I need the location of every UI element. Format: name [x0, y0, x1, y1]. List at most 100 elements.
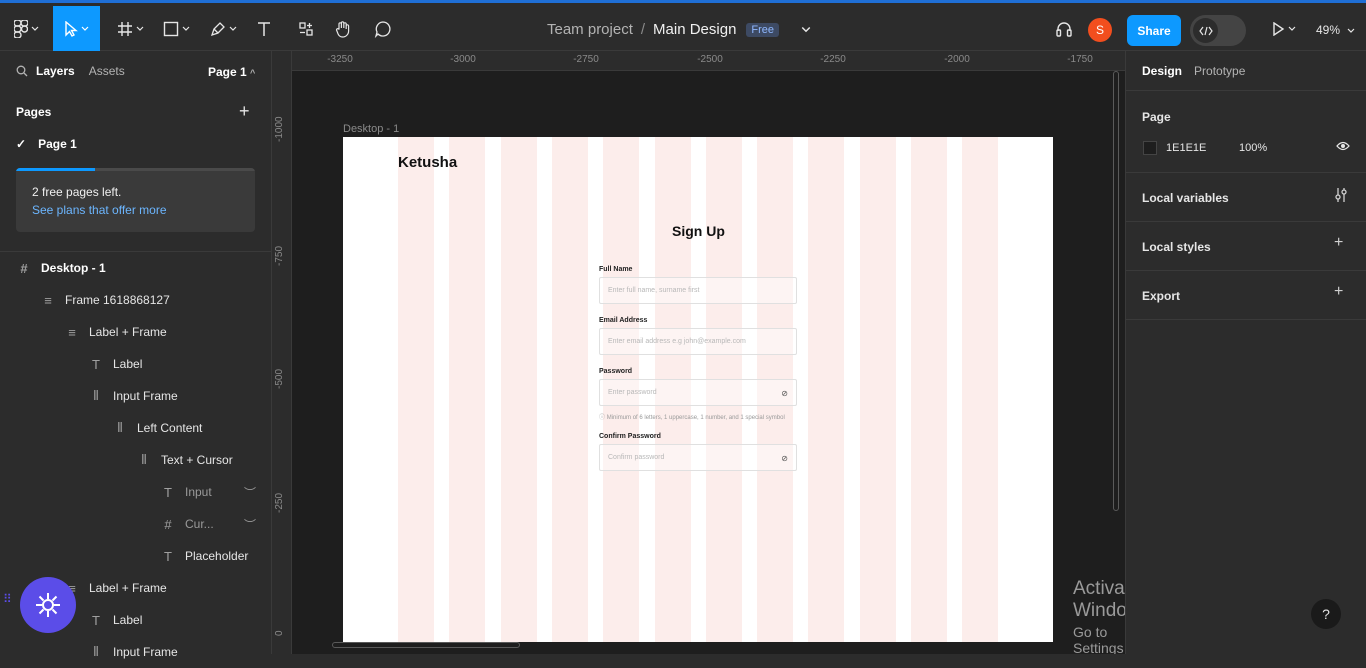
chevron-down-icon	[229, 26, 236, 31]
figma-logo-icon	[13, 19, 28, 38]
move-tool-button[interactable]	[53, 6, 100, 51]
layer-row[interactable]: T Label	[88, 604, 142, 636]
layer-row[interactable]: ⦀ Left Content	[112, 412, 202, 444]
local-styles-section[interactable]: Local styles +	[1126, 222, 1366, 271]
layer-row[interactable]: # Desktop - 1	[16, 252, 105, 284]
field-input[interactable]: Confirm password ⊘	[599, 444, 797, 471]
frame-name-label[interactable]: Desktop - 1	[343, 123, 399, 135]
layer-name: Label + Frame	[89, 325, 167, 339]
field-input[interactable]: Enter password ⊘	[599, 379, 797, 406]
zoom-level[interactable]: 49%	[1316, 23, 1355, 37]
add-page-plus-icon[interactable]: +	[239, 101, 250, 122]
frame-tool-button[interactable]	[110, 6, 150, 51]
page-selector[interactable]: Page 1 ^	[208, 65, 255, 79]
user-avatar[interactable]: S	[1088, 18, 1112, 42]
hidden-eye-off-icon[interactable]: ︶	[244, 484, 256, 501]
design-panel: Design Prototype Page 1E1E1E 100% Local …	[1125, 51, 1366, 654]
layer-row[interactable]: ⦀ Input Frame	[88, 636, 178, 668]
ruler-tick-label: -3000	[450, 54, 476, 65]
field-input[interactable]: Enter full name, surname first	[599, 277, 797, 304]
page-opacity-value[interactable]: 100%	[1239, 142, 1267, 154]
file-name[interactable]: Main Design	[653, 21, 736, 38]
left-panel-tabs: Layers Assets Page 1 ^	[0, 51, 271, 91]
file-menu-chevron-icon[interactable]	[801, 26, 811, 34]
text-t-icon: T	[164, 484, 172, 500]
field-input[interactable]: Enter email address e.g john@example.com	[599, 328, 797, 355]
file-breadcrumb: Team project / Main Design Free	[547, 21, 811, 38]
dev-mode-toggle[interactable]	[1190, 15, 1246, 46]
frame-hash-icon: #	[164, 516, 172, 532]
help-button[interactable]: ?	[1311, 599, 1341, 629]
layer-row[interactable]: ≡ Label + Frame	[64, 316, 167, 348]
field-placeholder: Confirm password	[608, 454, 665, 461]
visibility-eye-icon[interactable]	[1336, 139, 1350, 154]
design-canvas[interactable]: -3250 -3000 -2750 -2500 -2250 -2000 -1750 -100…	[272, 51, 1125, 654]
layer-row[interactable]: T Label	[88, 348, 142, 380]
chevron-down-icon	[81, 26, 89, 31]
tab-layers[interactable]: Layers	[36, 64, 75, 78]
desktop-frame[interactable]: Ketusha Sign Up Full Name Enter full name…	[343, 137, 1053, 642]
audio-headphones-button[interactable]	[1052, 6, 1076, 51]
add-export-plus-icon[interactable]: +	[1334, 283, 1343, 301]
headphones-icon	[1056, 21, 1072, 37]
team-name[interactable]: Team project	[547, 21, 633, 38]
layer-row[interactable]: ⦀ Text + Cursor	[136, 444, 233, 476]
layer-row[interactable]: # Cur... ︶	[160, 508, 256, 540]
page-color-swatch[interactable]	[1143, 141, 1157, 155]
tab-assets[interactable]: Assets	[89, 64, 125, 78]
layout-grid-column	[551, 137, 588, 642]
vertical-scrollbar[interactable]	[1113, 71, 1119, 511]
progress-fill	[16, 168, 95, 171]
password-hint-text: Minimum of 6 letters, 1 uppercase, 1 num…	[606, 415, 785, 421]
eye-off-icon[interactable]: ⊘	[781, 389, 788, 398]
ruler-tick-label: -2750	[573, 54, 599, 65]
comment-tool-button[interactable]	[371, 6, 395, 51]
layer-row[interactable]: ≡ Frame 1618868127	[40, 284, 170, 316]
export-section[interactable]: Export +	[1126, 271, 1366, 320]
hand-tool-button[interactable]	[331, 6, 355, 51]
pen-tool-button[interactable]	[203, 6, 243, 51]
main-menu-button[interactable]	[6, 6, 46, 51]
layer-row[interactable]: T Placeholder	[160, 540, 248, 572]
layer-row[interactable]: ⦀ Input Frame	[88, 380, 178, 412]
dev-mode-knob	[1193, 18, 1218, 43]
present-button[interactable]	[1266, 6, 1300, 51]
rectangle-icon	[163, 21, 178, 36]
tab-design[interactable]: Design	[1142, 64, 1182, 78]
local-variables-section[interactable]: Local variables	[1126, 173, 1366, 222]
resources-icon	[299, 21, 313, 36]
free-pages-progress	[16, 168, 255, 171]
share-button[interactable]: Share	[1127, 15, 1181, 46]
hidden-eye-off-icon[interactable]: ︶	[244, 516, 256, 533]
comment-bubble-icon	[374, 20, 391, 38]
signup-title: Sign Up	[672, 223, 725, 239]
assistant-widget-button[interactable]	[20, 577, 76, 633]
see-plans-link[interactable]: See plans that offer more	[32, 203, 255, 217]
field-placeholder: Enter full name, surname first	[608, 287, 700, 294]
ruler-tick-label: -250	[274, 492, 285, 513]
page-color-value[interactable]: 1E1E1E	[1166, 142, 1206, 154]
breadcrumb-separator: /	[640, 21, 646, 38]
horizontal-scrollbar[interactable]	[332, 642, 520, 648]
tab-prototype[interactable]: Prototype	[1194, 64, 1245, 78]
page-item-page-1[interactable]: ✓ Page 1	[16, 137, 77, 151]
eye-off-icon[interactable]: ⊘	[781, 454, 788, 463]
auto-layout-horizontal-icon: ⦀	[117, 420, 123, 435]
variables-sliders-icon[interactable]	[1334, 187, 1348, 208]
resources-tool-button[interactable]	[294, 6, 318, 51]
add-style-plus-icon[interactable]: +	[1334, 234, 1343, 252]
text-tool-button[interactable]	[252, 6, 276, 51]
hand-icon	[335, 20, 350, 38]
layer-name: Frame 1618868127	[65, 293, 170, 307]
password-hint: ⓘ Minimum of 6 letters, 1 uppercase, 1 n…	[599, 412, 785, 421]
shape-tool-button[interactable]	[156, 6, 196, 51]
field-placeholder: Enter password	[608, 389, 657, 396]
layer-name: Label	[113, 613, 143, 627]
layer-row[interactable]: T Input ︶	[160, 476, 256, 508]
top-toolbar: Team project / Main Design Free S Share …	[0, 0, 1366, 51]
layer-row[interactable]: ≡ Label + Frame	[64, 572, 167, 604]
drag-handle-icon[interactable]: ⠿	[3, 593, 12, 605]
search-icon[interactable]	[16, 65, 28, 77]
chevron-down-icon	[1347, 28, 1355, 33]
ruler-tick-label: -1000	[274, 116, 285, 142]
